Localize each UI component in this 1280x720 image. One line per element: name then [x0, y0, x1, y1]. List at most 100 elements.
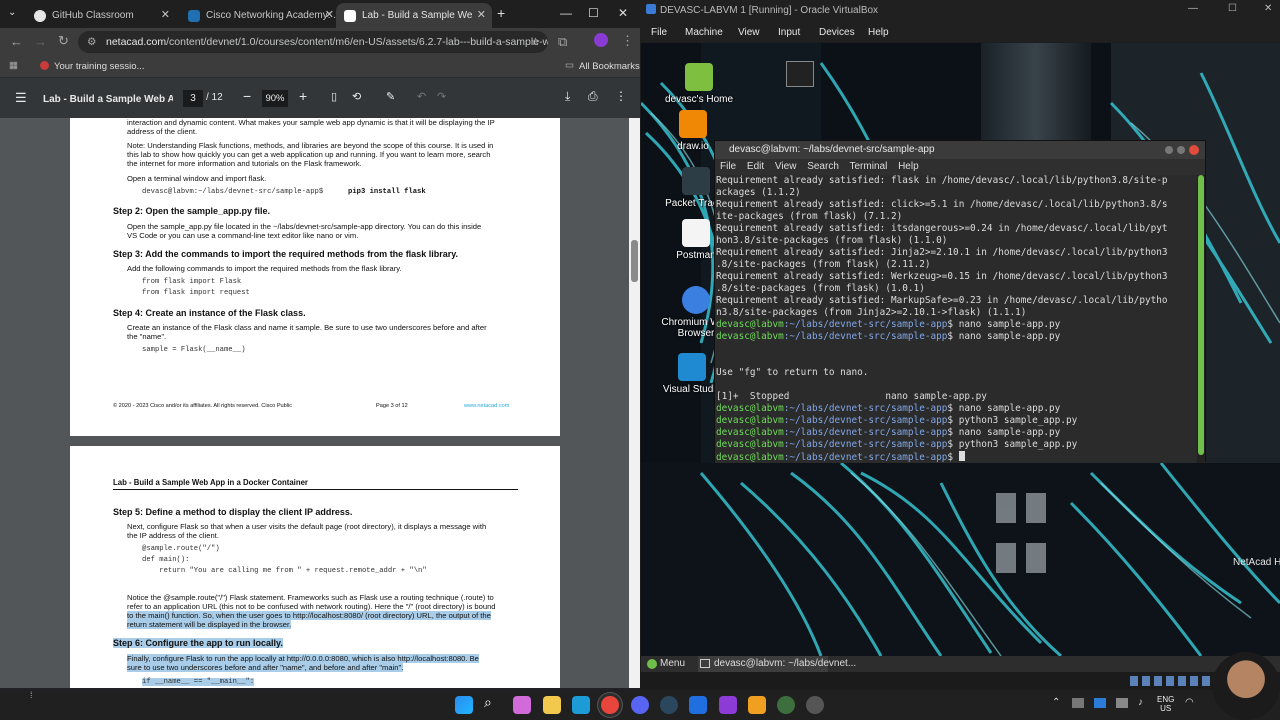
discord-icon[interactable] [631, 696, 649, 714]
terminal-line: ite-packages (from flask) (7.1.2) [716, 211, 903, 222]
tray-icon[interactable] [1072, 698, 1084, 708]
microphone-icon[interactable]: ♪ [1138, 697, 1143, 708]
print-icon[interactable]: ⎙ [588, 89, 598, 104]
rotate-icon[interactable]: ⟲ [352, 90, 361, 103]
undo-icon[interactable]: ↶ [417, 90, 426, 103]
virtualbox-icon [646, 4, 656, 14]
chrome-icon[interactable] [601, 696, 619, 714]
settings-icon[interactable] [806, 696, 824, 714]
virtualbox-icon[interactable] [689, 696, 707, 714]
new-tab-icon[interactable]: + [497, 5, 505, 21]
menu-icon[interactable]: ⋮ [621, 33, 634, 49]
wifi-icon[interactable]: ◠ [1185, 697, 1194, 708]
edge-icon[interactable] [572, 696, 590, 714]
maximize-icon[interactable] [1177, 146, 1185, 154]
minimize-icon[interactable]: — [560, 6, 572, 20]
tray-icon[interactable] [1094, 698, 1106, 708]
page-number-input[interactable]: 3 [183, 90, 203, 107]
zoom-input[interactable]: 90% [262, 90, 288, 107]
menu-view[interactable]: View [775, 161, 797, 172]
taskbar-divider-icon: ⁞ [30, 690, 33, 700]
more-options-icon[interactable]: ⋮ [615, 89, 627, 103]
pdf-scrollbar[interactable] [629, 118, 640, 688]
back-icon[interactable]: ← [10, 34, 23, 49]
zoom-out-icon[interactable]: − [243, 88, 251, 104]
file-explorer-icon[interactable] [543, 696, 561, 714]
profile-avatar[interactable] [594, 33, 608, 47]
wallpaper-label: NetAcad H [1233, 557, 1280, 568]
terminal-line: .8/site-packages (from flask) (2.11.2) [716, 259, 931, 270]
mint-menu-icon[interactable] [647, 659, 657, 669]
language-indicator[interactable]: ENG US [1157, 695, 1174, 713]
sidebar-menu-icon[interactable]: ☰ [15, 90, 27, 106]
desktop-icon-home[interactable]: devasc's Home [659, 63, 739, 105]
scrollbar-thumb[interactable] [1198, 175, 1204, 455]
close-icon[interactable] [1189, 145, 1199, 155]
menu-terminal[interactable]: Terminal [850, 161, 888, 172]
bookmark-item[interactable]: Your training sessio... [54, 61, 144, 72]
fit-page-icon[interactable]: ▯ [331, 90, 337, 103]
maximize-icon[interactable]: ☐ [1228, 3, 1237, 14]
extensions-icon[interactable]: ⧉ [558, 34, 567, 50]
close-icon[interactable]: ✕ [477, 8, 486, 21]
minimize-icon[interactable]: — [1188, 3, 1198, 14]
terminal-scrollbar[interactable] [1197, 175, 1205, 463]
text-line: Add the following commands to import the… [127, 264, 402, 273]
terminal-window[interactable]: devasc@labvm: ~/labs/devnet-src/sample-a… [714, 140, 1206, 463]
terminal-icon [700, 659, 710, 668]
text-line: VS Code or you can use a command-line te… [127, 231, 359, 240]
minimize-icon[interactable] [1165, 146, 1173, 154]
close-icon[interactable]: ✕ [161, 8, 170, 21]
code-line: if __name__ == "__main__": [142, 678, 255, 686]
app-icon[interactable] [748, 696, 766, 714]
menu-file[interactable]: File [720, 161, 736, 172]
menu-input[interactable]: Input [778, 27, 800, 38]
menu-search[interactable]: Search [807, 161, 839, 172]
tab-github-classroom[interactable]: GitHub Classroom ✕ [26, 3, 176, 28]
tab-lab-pdf[interactable]: Lab - Build a Sample Web App... ✕ [336, 3, 492, 28]
vm-menu-button[interactable]: Menu [660, 658, 685, 669]
virtualbox-statusbar [640, 672, 1280, 690]
menu-devices[interactable]: Devices [819, 27, 855, 38]
copilot-icon[interactable] [513, 696, 531, 714]
steam-icon[interactable] [660, 696, 678, 714]
tray-chevron-icon[interactable]: ⌃ [1052, 697, 1060, 708]
tab-cisco-netacad[interactable]: Cisco Networking Academy: ... ✕ [180, 3, 340, 28]
menu-help[interactable]: Help [868, 27, 889, 38]
maximize-icon[interactable]: ☐ [588, 6, 599, 20]
tray-icon[interactable] [1116, 698, 1128, 708]
search-icon[interactable]: ⌕ [484, 694, 502, 712]
packet-tracer-icon[interactable] [777, 696, 795, 714]
menu-machine[interactable]: Machine [685, 27, 723, 38]
terminal-output[interactable]: Requirement already satisfied: flask in … [715, 175, 1199, 463]
all-bookmarks[interactable]: All Bookmarks [579, 61, 640, 72]
menu-help[interactable]: Help [898, 161, 919, 172]
menu-edit[interactable]: Edit [747, 161, 764, 172]
terminal-desktop-icon[interactable] [786, 61, 814, 87]
text-line: Notice the @sample.route("/") Flask stat… [127, 593, 494, 602]
download-icon[interactable]: ⤓ [565, 89, 570, 104]
footer-link[interactable]: www.netacad.com [464, 402, 509, 411]
annotate-icon[interactable]: ✎ [386, 90, 395, 103]
tab-search-icon[interactable]: ⌄ [8, 7, 16, 18]
reload-icon[interactable]: ↻ [58, 33, 69, 49]
close-icon[interactable]: ✕ [325, 8, 334, 21]
apps-grid-icon[interactable]: ▦ [9, 60, 18, 71]
terminal-line: .8/site-packages (from flask) (1.0.1) [716, 283, 925, 294]
redo-icon[interactable]: ↷ [437, 90, 446, 103]
menu-file[interactable]: File [651, 27, 667, 38]
bookmark-star-icon[interactable]: ☆ [531, 31, 540, 53]
zoom-in-icon[interactable]: + [299, 88, 307, 104]
url-bar[interactable]: ⚙ netacad.com/content/devnet/1.0/courses… [78, 31, 548, 53]
site-info-icon[interactable]: ⚙ [87, 31, 96, 53]
menu-view[interactable]: View [738, 27, 760, 38]
windows-start-icon[interactable] [455, 696, 473, 714]
text-line: the "name". [127, 332, 167, 341]
scrollbar-thumb[interactable] [631, 240, 638, 282]
close-window-icon[interactable]: ✕ [618, 6, 628, 20]
vm-display[interactable]: NetAcad H devasc's Home draw.io Packet T… [641, 43, 1280, 656]
close-window-icon[interactable]: ✕ [1264, 3, 1272, 14]
forward-icon[interactable]: → [34, 34, 47, 49]
visual-studio-icon[interactable] [719, 696, 737, 714]
